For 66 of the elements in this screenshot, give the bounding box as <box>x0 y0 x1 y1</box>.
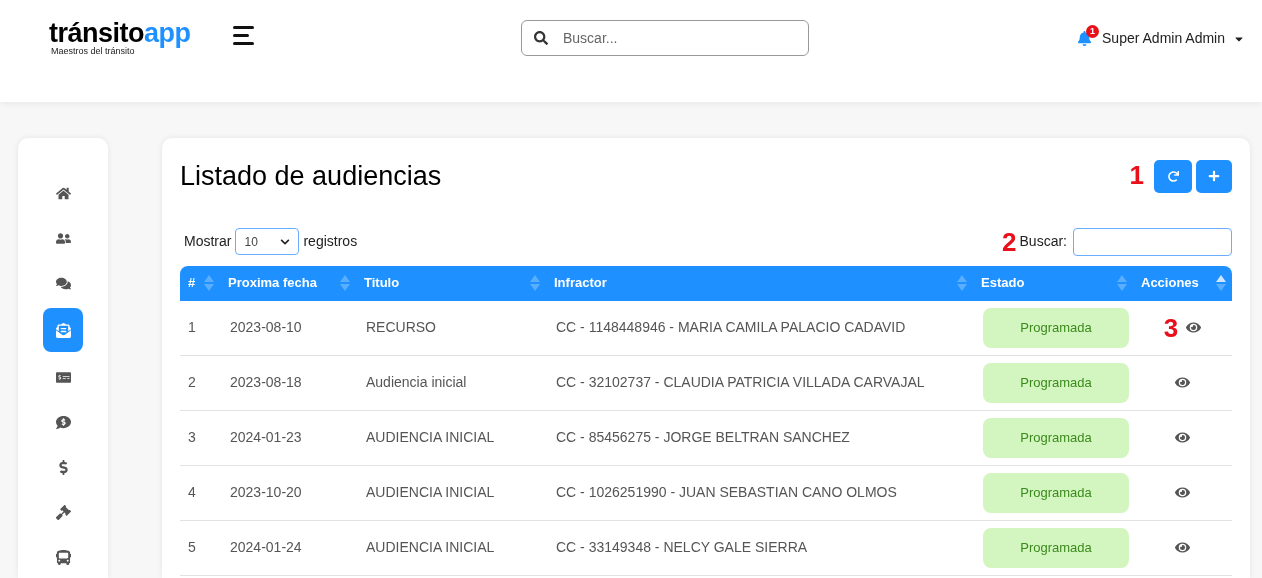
add-button[interactable] <box>1196 159 1232 193</box>
status-badge: Programada <box>983 472 1129 513</box>
table-cell-text: Audiencia inicial <box>365 373 468 392</box>
table-cell-text: CC - 1148448946 - MARIA CAMILA PALACIO CADAVID <box>555 318 907 337</box>
column-header[interactable]: Acciones <box>1141 273 1199 293</box>
refresh-icon <box>1167 170 1179 182</box>
column-header[interactable]: Estado <box>981 273 1025 293</box>
table-cell-text: 5 <box>187 538 197 557</box>
table-cell-text: CC - 33149348 - NELCY GALE SIERRA <box>555 538 809 557</box>
user-menu[interactable]: Super Admin Admin <box>1102 28 1245 49</box>
table-cell-text: 2 <box>187 373 197 392</box>
table-cell-text: 2024-01-23 <box>229 428 303 447</box>
logo-wordmark: tránsitoapp <box>49 20 191 46</box>
annotation-number: 2 <box>1002 228 1017 255</box>
page-title: Listado de audiencias <box>180 160 442 193</box>
search-icon <box>534 31 548 45</box>
home-icon <box>55 185 71 201</box>
filter-label: Buscar: <box>1019 232 1067 251</box>
logo-tagline: Maestros del tránsito <box>51 46 136 56</box>
view-icon[interactable] <box>1175 485 1190 500</box>
table-cell-text: CC - 1026251990 - JUAN SEBASTIAN CANO OLMOS <box>555 483 898 502</box>
table-cell-text: 2023-08-18 <box>229 373 303 392</box>
table-cell-text: 2024-01-24 <box>229 538 303 557</box>
users-icon <box>55 230 71 246</box>
table-cell-text: AUDIENCIA INICIAL <box>365 538 496 557</box>
status-badge: Programada <box>983 527 1129 568</box>
status-badge: Programada <box>983 417 1129 458</box>
status-badge: Programada <box>983 362 1129 403</box>
notification-badge: 1 <box>1086 25 1100 38</box>
search-field[interactable]: Buscar... <box>521 20 809 56</box>
view-icon[interactable] <box>1186 320 1202 335</box>
plus-icon <box>1208 170 1220 183</box>
table-cell-text: AUDIENCIA INICIAL <box>365 428 496 447</box>
dollar-bubble-icon <box>55 414 71 430</box>
page-size-select[interactable]: 10 <box>235 228 300 255</box>
table-cell-text: AUDIENCIA INICIAL <box>365 483 496 502</box>
column-header[interactable]: Titulo <box>364 273 400 293</box>
table-cell-text: RECURSO <box>365 318 437 337</box>
annotation-number: 3 <box>1163 314 1179 341</box>
gavel-icon <box>55 504 71 520</box>
filter-field[interactable] <box>1073 227 1232 256</box>
view-icon[interactable] <box>1175 430 1190 445</box>
table-cell-text: CC - 85456275 - JORGE BELTRAN SANCHEZ <box>555 428 851 447</box>
table-cell-text: 4 <box>187 483 197 502</box>
chat-bubbles-icon <box>55 275 71 291</box>
records-label: registros <box>303 232 358 251</box>
annotation-number: 1 <box>1129 159 1144 190</box>
money-check-icon <box>55 369 71 385</box>
table-cell-text: 3 <box>187 428 197 447</box>
menu-icon[interactable] <box>232 26 254 45</box>
open-envelope-icon <box>55 322 71 338</box>
column-header[interactable]: Proxima fecha <box>228 273 317 293</box>
table-cell-text: 2023-08-10 <box>229 318 303 337</box>
sidebar-item[interactable] <box>43 308 83 352</box>
table-cell-text: 2023-10-20 <box>229 483 303 502</box>
view-icon[interactable] <box>1175 540 1190 555</box>
refresh-button[interactable] <box>1154 159 1192 193</box>
table-cell-text: 1 <box>187 318 197 337</box>
show-label: Mostrar <box>184 232 232 251</box>
table-cell-text: CC - 32102737 - CLAUDIA PATRICIA VILLADA CARVAJAL <box>555 373 926 392</box>
status-badge: Programada <box>983 307 1129 348</box>
view-icon[interactable] <box>1175 375 1190 390</box>
column-header[interactable]: Infractor <box>554 273 607 293</box>
bus-icon <box>55 549 71 565</box>
column-header[interactable]: # <box>188 273 196 293</box>
chevron-icon <box>280 236 291 247</box>
